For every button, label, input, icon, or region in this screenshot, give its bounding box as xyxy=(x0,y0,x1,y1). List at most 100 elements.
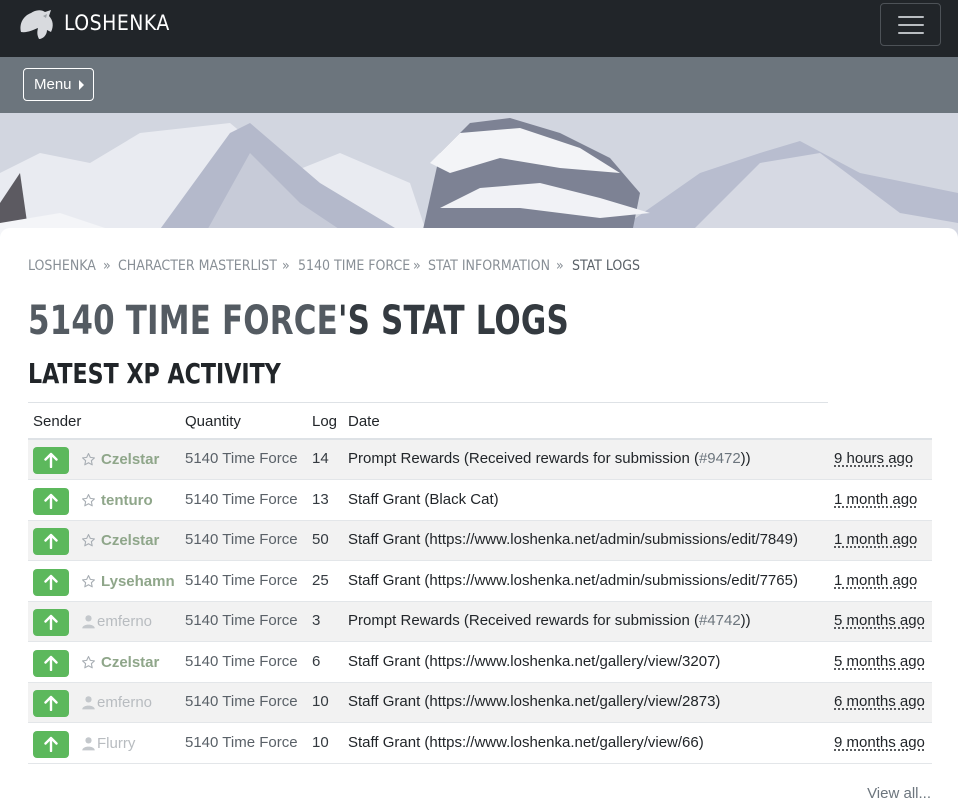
date-value: 9 months ago xyxy=(834,733,925,751)
log-description: Staff Grant (https://www.loshenka.net/ga… xyxy=(348,734,704,751)
brand-name[interactable]: LOSHENKA xyxy=(64,11,170,35)
log-text: Staff Grant (https://www.loshenka.net/ga… xyxy=(348,693,721,710)
navbar-toggle-button[interactable] xyxy=(880,3,941,46)
credit-arrow-button[interactable] xyxy=(33,609,69,636)
sender-link[interactable]: emferno xyxy=(97,613,152,630)
recipient-link[interactable]: 5140 Time Force xyxy=(185,491,298,508)
log-description: Staff Grant (Black Cat) xyxy=(348,491,499,508)
menu-bar: Menu xyxy=(0,57,958,113)
log-description: Staff Grant (https://www.loshenka.net/ga… xyxy=(348,693,720,710)
breadcrumb-item-character[interactable]: 5140 TIME FORCE xyxy=(298,258,410,274)
star-icon xyxy=(81,452,96,467)
log-text-end: )) xyxy=(740,450,751,467)
log-description: Prompt Rewards (Received rewards for sub… xyxy=(348,612,751,629)
view-all-link[interactable]: View all... xyxy=(867,785,931,800)
star-icon xyxy=(81,655,96,670)
quantity-value: 10 xyxy=(312,733,329,751)
breadcrumb-separator: » xyxy=(413,258,421,274)
log-text: Staff Grant (https://www.loshenka.net/ad… xyxy=(348,531,798,548)
quantity-value: 50 xyxy=(312,531,329,548)
breadcrumb-item-masterlist[interactable]: CHARACTER MASTERLIST xyxy=(118,258,277,274)
credit-arrow-button[interactable] xyxy=(33,730,69,758)
breadcrumb-item-stat-information[interactable]: STAT INFORMATION xyxy=(428,258,550,274)
breadcrumb-separator: » xyxy=(556,258,564,274)
arrow-up-icon xyxy=(44,574,58,590)
breadcrumb-item-stat-logs: STAT LOGS xyxy=(572,258,641,274)
credit-arrow-button[interactable] xyxy=(33,690,69,717)
sender-link[interactable]: tenturo xyxy=(101,492,153,509)
breadcrumb-separator: » xyxy=(103,258,111,274)
log-text: Staff Grant (https://www.loshenka.net/ga… xyxy=(348,652,721,670)
hamburger-line-icon xyxy=(898,32,924,34)
top-navbar: LOSHENKA xyxy=(0,0,958,57)
table-row: Lysehamn 5140 Time Force 25 Staff Grant (ht… xyxy=(28,562,932,602)
credit-arrow-button[interactable] xyxy=(33,528,69,555)
menu-button[interactable]: Menu xyxy=(23,68,94,101)
date-value: 1 month ago xyxy=(834,571,918,589)
log-description: Staff Grant (https://www.loshenka.net/ad… xyxy=(348,572,798,589)
arrow-up-icon xyxy=(44,736,58,752)
date-value: 9 hours ago xyxy=(834,450,914,467)
recipient-link[interactable]: 5140 Time Force xyxy=(185,693,298,710)
quantity-value: 25 xyxy=(312,571,329,589)
submission-link[interactable]: #9472 xyxy=(699,450,741,467)
table-row: Czelstar 5140 Time Force 6 Staff Grant (htt… xyxy=(28,643,932,683)
column-header-quantity: Quantity xyxy=(185,413,241,430)
log-description: Staff Grant (https://www.loshenka.net/ga… xyxy=(348,653,720,670)
star-icon xyxy=(81,533,96,548)
recipient-link[interactable]: 5140 Time Force xyxy=(185,531,298,548)
log-text: Prompt Rewards (Received rewards for sub… xyxy=(348,450,699,467)
date-value: 1 month ago xyxy=(834,531,918,548)
sender-link[interactable]: Flurry xyxy=(97,735,135,752)
date-value: 6 months ago xyxy=(834,693,925,710)
credit-arrow-button[interactable] xyxy=(33,649,69,677)
table-row: emferno 5140 Time Force 10 Staff Grant (htt… xyxy=(28,683,932,723)
quantity-value: 3 xyxy=(312,612,321,629)
table-row: Czelstar 5140 Time Force 14 Prompt Rewards … xyxy=(28,440,932,480)
user-icon xyxy=(81,695,96,710)
arrow-up-icon xyxy=(44,493,58,509)
user-icon xyxy=(81,736,96,751)
date-value: 5 months ago xyxy=(834,652,925,670)
section-title: LATEST XP ACTIVITY xyxy=(28,357,281,390)
log-text: Staff Grant (Black Cat) xyxy=(348,490,499,508)
log-description: Staff Grant (https://www.loshenka.net/ad… xyxy=(348,531,798,548)
sender-link[interactable]: Czelstar xyxy=(101,451,159,468)
log-text: Staff Grant (https://www.loshenka.net/ad… xyxy=(348,571,798,589)
breadcrumb-item-home[interactable]: LOSHENKA xyxy=(28,258,96,274)
horse-logo-icon[interactable] xyxy=(17,8,55,40)
sender-link[interactable]: Czelstar xyxy=(101,654,159,671)
sender-link[interactable]: Lysehamn xyxy=(101,573,175,590)
page-title-suffix: 'S STAT LOGS xyxy=(337,298,569,344)
table-header: Sender Quantity Log Date xyxy=(28,402,828,439)
star-icon xyxy=(81,574,96,589)
credit-arrow-button[interactable] xyxy=(33,568,69,596)
credit-arrow-button[interactable] xyxy=(33,447,69,474)
hamburger-line-icon xyxy=(898,16,924,18)
table-row: Flurry 5140 Time Force 10 Staff Grant (http… xyxy=(28,724,932,764)
submission-link[interactable]: #4742 xyxy=(699,612,741,629)
star-icon xyxy=(81,493,96,508)
arrow-up-icon xyxy=(44,655,58,671)
date-value: 5 months ago xyxy=(834,612,925,629)
header-banner-image xyxy=(0,113,958,243)
credit-arrow-button[interactable] xyxy=(33,487,69,515)
date-value: 1 month ago xyxy=(834,490,918,508)
quantity-value: 14 xyxy=(312,450,329,467)
quantity-value: 13 xyxy=(312,490,329,508)
recipient-link[interactable]: 5140 Time Force xyxy=(185,572,298,589)
recipient-link[interactable]: 5140 Time Force xyxy=(185,450,298,467)
quantity-value: 6 xyxy=(312,652,321,670)
sender-link[interactable]: emferno xyxy=(97,694,152,711)
table-row: emferno 5140 Time Force 3 Prompt Rewards (R… xyxy=(28,602,932,642)
arrow-up-icon xyxy=(44,614,58,630)
recipient-link[interactable]: 5140 Time Force xyxy=(185,734,298,751)
quantity-value: 10 xyxy=(312,693,329,710)
log-text: Prompt Rewards (Received rewards for sub… xyxy=(348,612,699,629)
recipient-link[interactable]: 5140 Time Force xyxy=(185,653,298,670)
arrow-up-icon xyxy=(44,695,58,711)
sender-link[interactable]: Czelstar xyxy=(101,532,159,549)
recipient-link[interactable]: 5140 Time Force xyxy=(185,612,298,629)
column-header-date: Date xyxy=(348,413,380,430)
character-link[interactable]: 5140 TIME FORCE xyxy=(28,298,338,344)
